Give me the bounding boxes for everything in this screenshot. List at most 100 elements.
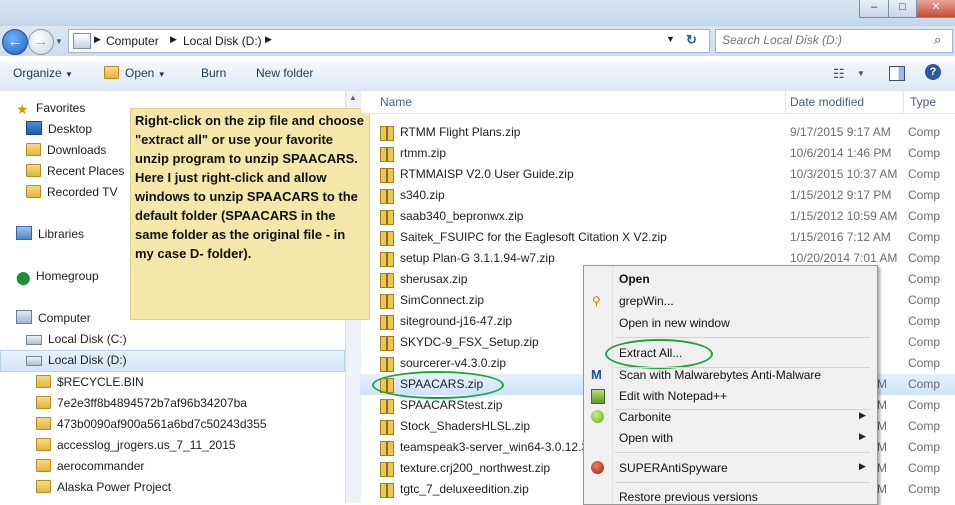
chevron-down-icon[interactable]: ▼ [857,69,865,78]
file-name: RTMMAISP V2.0 User Guide.zip [400,167,574,181]
forward-button[interactable]: → [28,29,54,55]
nav-label: accesslog_jrogers.us_7_11_2015 [57,438,236,452]
downloads-icon [26,143,41,156]
drive-icon [26,335,42,345]
nav-label: 7e2e3ff8b4894572b7af96b34207ba [57,396,247,410]
nav-folder[interactable]: 7e2e3ff8b4894572b7af96b34207ba [36,393,247,413]
nav-drive-d[interactable]: Local Disk (D:) [26,350,127,370]
file-row[interactable]: RTMMAISP V2.0 User Guide.zip 10/3/2015 10… [360,164,955,185]
column-divider[interactable] [903,91,904,113]
file-type: Comp [908,398,941,412]
view-options-icon[interactable]: ☷ [833,66,845,82]
minimize-button[interactable]: – [859,0,889,18]
menu-item-open-new-window[interactable]: Open in new window [583,313,876,334]
help-icon[interactable]: ? [925,64,941,80]
nav-label: Recorded TV [47,185,118,199]
nav-folder[interactable]: $RECYCLE.BIN [36,372,144,392]
file-name: siteground-j16-47.zip [400,314,513,328]
column-header-date[interactable]: Date modified [790,95,864,109]
nav-drive-c[interactable]: Local Disk (C:) [26,329,127,349]
breadcrumb-arrow-icon[interactable]: ▶ [170,34,177,45]
scroll-up-icon[interactable]: ▲ [349,93,357,102]
nav-folder[interactable]: aerocommander [36,456,144,476]
file-row[interactable]: saab340_bepronwx.zip 1/15/2012 10:59 AM Co… [360,206,955,227]
zip-icon [380,462,394,477]
carbonite-icon [591,410,604,423]
menu-label: SUPERAntiSpyware [619,461,728,475]
search-icon[interactable]: ⌕ [934,32,941,48]
nav-homegroup[interactable]: ⬤ Homegroup [16,266,99,286]
nav-label: Homegroup [36,269,99,283]
nav-item-downloads[interactable]: Downloads [26,140,106,160]
file-name: saab340_bepronwx.zip [400,209,524,223]
file-name: tgtc_7_deluxeedition.zip [400,482,529,496]
zip-icon [380,210,394,225]
new-folder-button[interactable]: New folder [256,66,313,80]
recorded-tv-icon [26,185,41,198]
nav-folder[interactable]: Alaska Power Project [36,477,171,497]
nav-item-recorded-tv[interactable]: Recorded TV [26,182,117,202]
column-divider[interactable] [785,91,786,113]
file-type: Comp [908,146,941,160]
search-input[interactable] [716,30,928,50]
menu-item-scan-malwarebytes[interactable]: M Scan with Malwarebytes Anti-Malware [583,365,876,386]
nav-item-desktop[interactable]: Desktop [26,119,92,139]
file-type: Comp [908,335,941,349]
address-bar[interactable]: ▶ Computer ▶ Local Disk (D:) ▶ ▼ ↻ [68,29,710,53]
breadcrumb-arrow-icon[interactable]: ▶ [265,34,272,45]
grepwin-icon: ⚲ [592,294,601,308]
submenu-arrow-icon: ▶ [859,461,866,471]
folder-icon [36,480,51,493]
zip-icon [380,294,394,309]
refresh-icon[interactable]: ↻ [686,32,697,48]
open-button[interactable]: Open ▼ [104,66,166,80]
file-row[interactable]: rtmm.zip 10/6/2014 1:46 PM Comp [360,143,955,164]
file-date: 10/6/2014 1:46 PM [790,146,892,160]
nav-label: Computer [38,311,91,325]
menu-item-carbonite[interactable]: Carbonite ▶ [583,407,876,428]
maximize-button[interactable]: □ [888,0,917,18]
file-type: Comp [908,377,941,391]
nav-folder[interactable]: 473b0090af900a561a6bd7c50243d355 [36,414,267,434]
nav-label: Alaska Power Project [57,480,172,494]
column-header-type[interactable]: Type [910,95,936,109]
recent-pages-chevron-icon[interactable]: ▼ [55,37,63,46]
breadcrumb-arrow-icon[interactable]: ▶ [94,34,101,45]
menu-label: Open in new window [619,316,730,330]
breadcrumb-computer[interactable]: Computer [106,34,159,48]
file-type: Comp [908,461,941,475]
zip-icon [380,315,394,330]
menu-item-restore-previous-versions[interactable]: Restore previous versions [583,487,876,503]
recent-places-icon [26,164,41,177]
preview-pane-icon[interactable] [889,66,905,81]
file-row[interactable]: RTMM Flight Plans.zip 9/17/2015 9:17 AM Co… [360,122,955,143]
breadcrumb-local-disk-d[interactable]: Local Disk (D:) [183,34,262,48]
file-type: Comp [908,272,941,286]
burn-button[interactable]: Burn [201,66,226,80]
address-dropdown-icon[interactable]: ▼ [666,34,675,44]
file-date: M [877,461,887,475]
nav-folder[interactable]: accesslog_jrogers.us_7_11_2015 [36,435,236,455]
menu-item-open-with[interactable]: Open with ▶ [583,428,876,449]
back-button[interactable]: ← [2,29,28,55]
zip-icon [380,168,394,183]
file-date: 10/20/2014 7:01 AM [790,251,898,265]
menu-item-open[interactable]: Open [583,269,876,290]
nav-libraries[interactable]: Libraries [16,224,84,244]
search-box[interactable]: ⌕ [715,29,953,53]
nav-computer[interactable]: Computer [16,308,91,328]
menu-separator [615,482,870,483]
menu-item-superantispyware[interactable]: SUPERAntiSpyware ▶ [583,458,876,479]
file-row[interactable]: s340.zip 1/15/2012 9:17 PM Comp [360,185,955,206]
file-row[interactable]: Saitek_FSUIPC for the Eaglesoft Citation… [360,227,955,248]
file-type: Comp [908,209,941,223]
zip-icon [380,189,394,204]
close-button[interactable]: ✕ [916,0,955,18]
nav-item-recent-places[interactable]: Recent Places [26,161,124,181]
column-header-name[interactable]: Name [380,95,412,109]
menu-label: grepWin... [619,294,674,308]
organize-button[interactable]: Organize ▼ [13,66,73,80]
nav-favorites[interactable]: ★ Favorites [16,98,85,118]
menu-item-edit-notepad[interactable]: Edit with Notepad++ [583,386,876,407]
menu-item-grepwin[interactable]: ⚲ grepWin... [583,291,876,312]
